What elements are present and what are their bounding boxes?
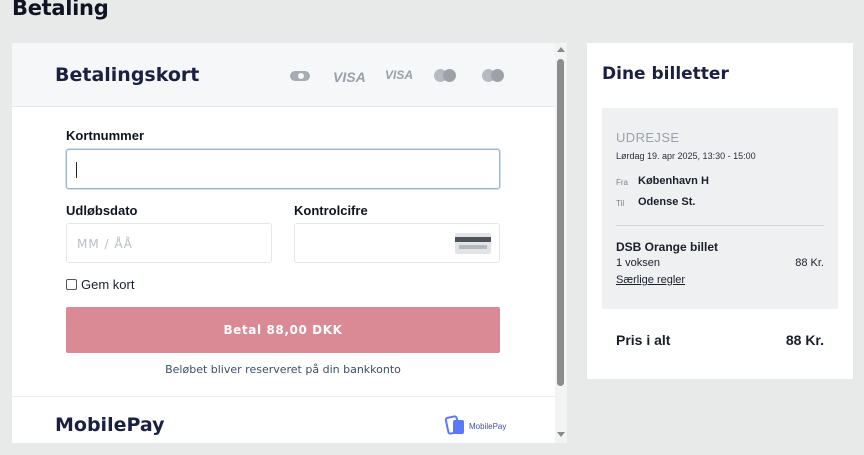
total-value: 88 Kr. (785, 332, 824, 348)
mobilepay-title[interactable]: MobilePay (55, 414, 165, 436)
special-rules-link[interactable]: Særlige regler (616, 274, 685, 286)
from-label: Fra (616, 178, 628, 187)
save-card-checkbox[interactable] (66, 279, 77, 290)
card-section-title: Betalingskort (55, 64, 200, 86)
expiry-input[interactable]: MM / ÅÅ (66, 223, 272, 263)
cvc-input[interactable] (294, 223, 500, 263)
mobilepay-logo-text: MobilePay (469, 422, 507, 431)
trip-summary: UDREJSE Lørdag 19. apr 2025, 13:30 - 15:… (602, 108, 838, 309)
card-back-icon (455, 233, 491, 254)
page-title: Betaling (12, 0, 109, 20)
payment-panel: Betalingskort VISA VISA Kortnummer Udløb… (12, 43, 567, 443)
scroll-down-arrow-icon[interactable] (557, 432, 565, 437)
cvc-label: Kontrolcifre (294, 203, 368, 218)
expiry-placeholder: MM / ÅÅ (77, 237, 133, 251)
to-station: Odense St. (638, 196, 696, 208)
scroll-thumb[interactable] (557, 59, 564, 386)
ticket-quantity: 1 voksen (616, 257, 661, 269)
card-number-input[interactable] (66, 149, 500, 189)
card-number-label: Kortnummer (66, 128, 145, 143)
pay-button[interactable]: Betal 88,00 DKK (66, 307, 500, 353)
visa-icon: VISA (333, 69, 366, 85)
from-station: København H (638, 175, 709, 187)
mobilepay-logo: MobilePay (444, 414, 526, 438)
reserve-note: Beløbet bliver reserveret på din bankkon… (165, 363, 401, 376)
scrollbar[interactable] (555, 43, 567, 443)
ticket-price: 88 Kr. (795, 257, 824, 269)
tickets-title: Dine billetter (602, 64, 729, 84)
ticket-name: DSB Orange billet (616, 240, 719, 254)
trip-direction: UDREJSE (616, 130, 680, 145)
mastercard-icon (434, 69, 456, 83)
to-label: Til (616, 199, 625, 208)
card-section-header[interactable]: Betalingskort VISA VISA (12, 43, 555, 107)
dankort-icon (290, 71, 310, 81)
total-label: Pris i alt (616, 332, 671, 348)
section-divider (12, 396, 555, 397)
scroll-up-arrow-icon[interactable] (557, 47, 565, 52)
save-card-label: Gem kort (81, 277, 135, 292)
tickets-panel: Dine billetter UDREJSE Lørdag 19. apr 20… (587, 43, 853, 379)
text-caret (76, 162, 77, 178)
divider (616, 225, 824, 226)
maestro-icon (482, 69, 504, 83)
trip-datetime: Lørdag 19. apr 2025, 13:30 - 15:00 (616, 151, 756, 161)
expiry-label: Udløbsdato (66, 203, 138, 218)
visa-electron-icon: VISA (385, 68, 414, 82)
